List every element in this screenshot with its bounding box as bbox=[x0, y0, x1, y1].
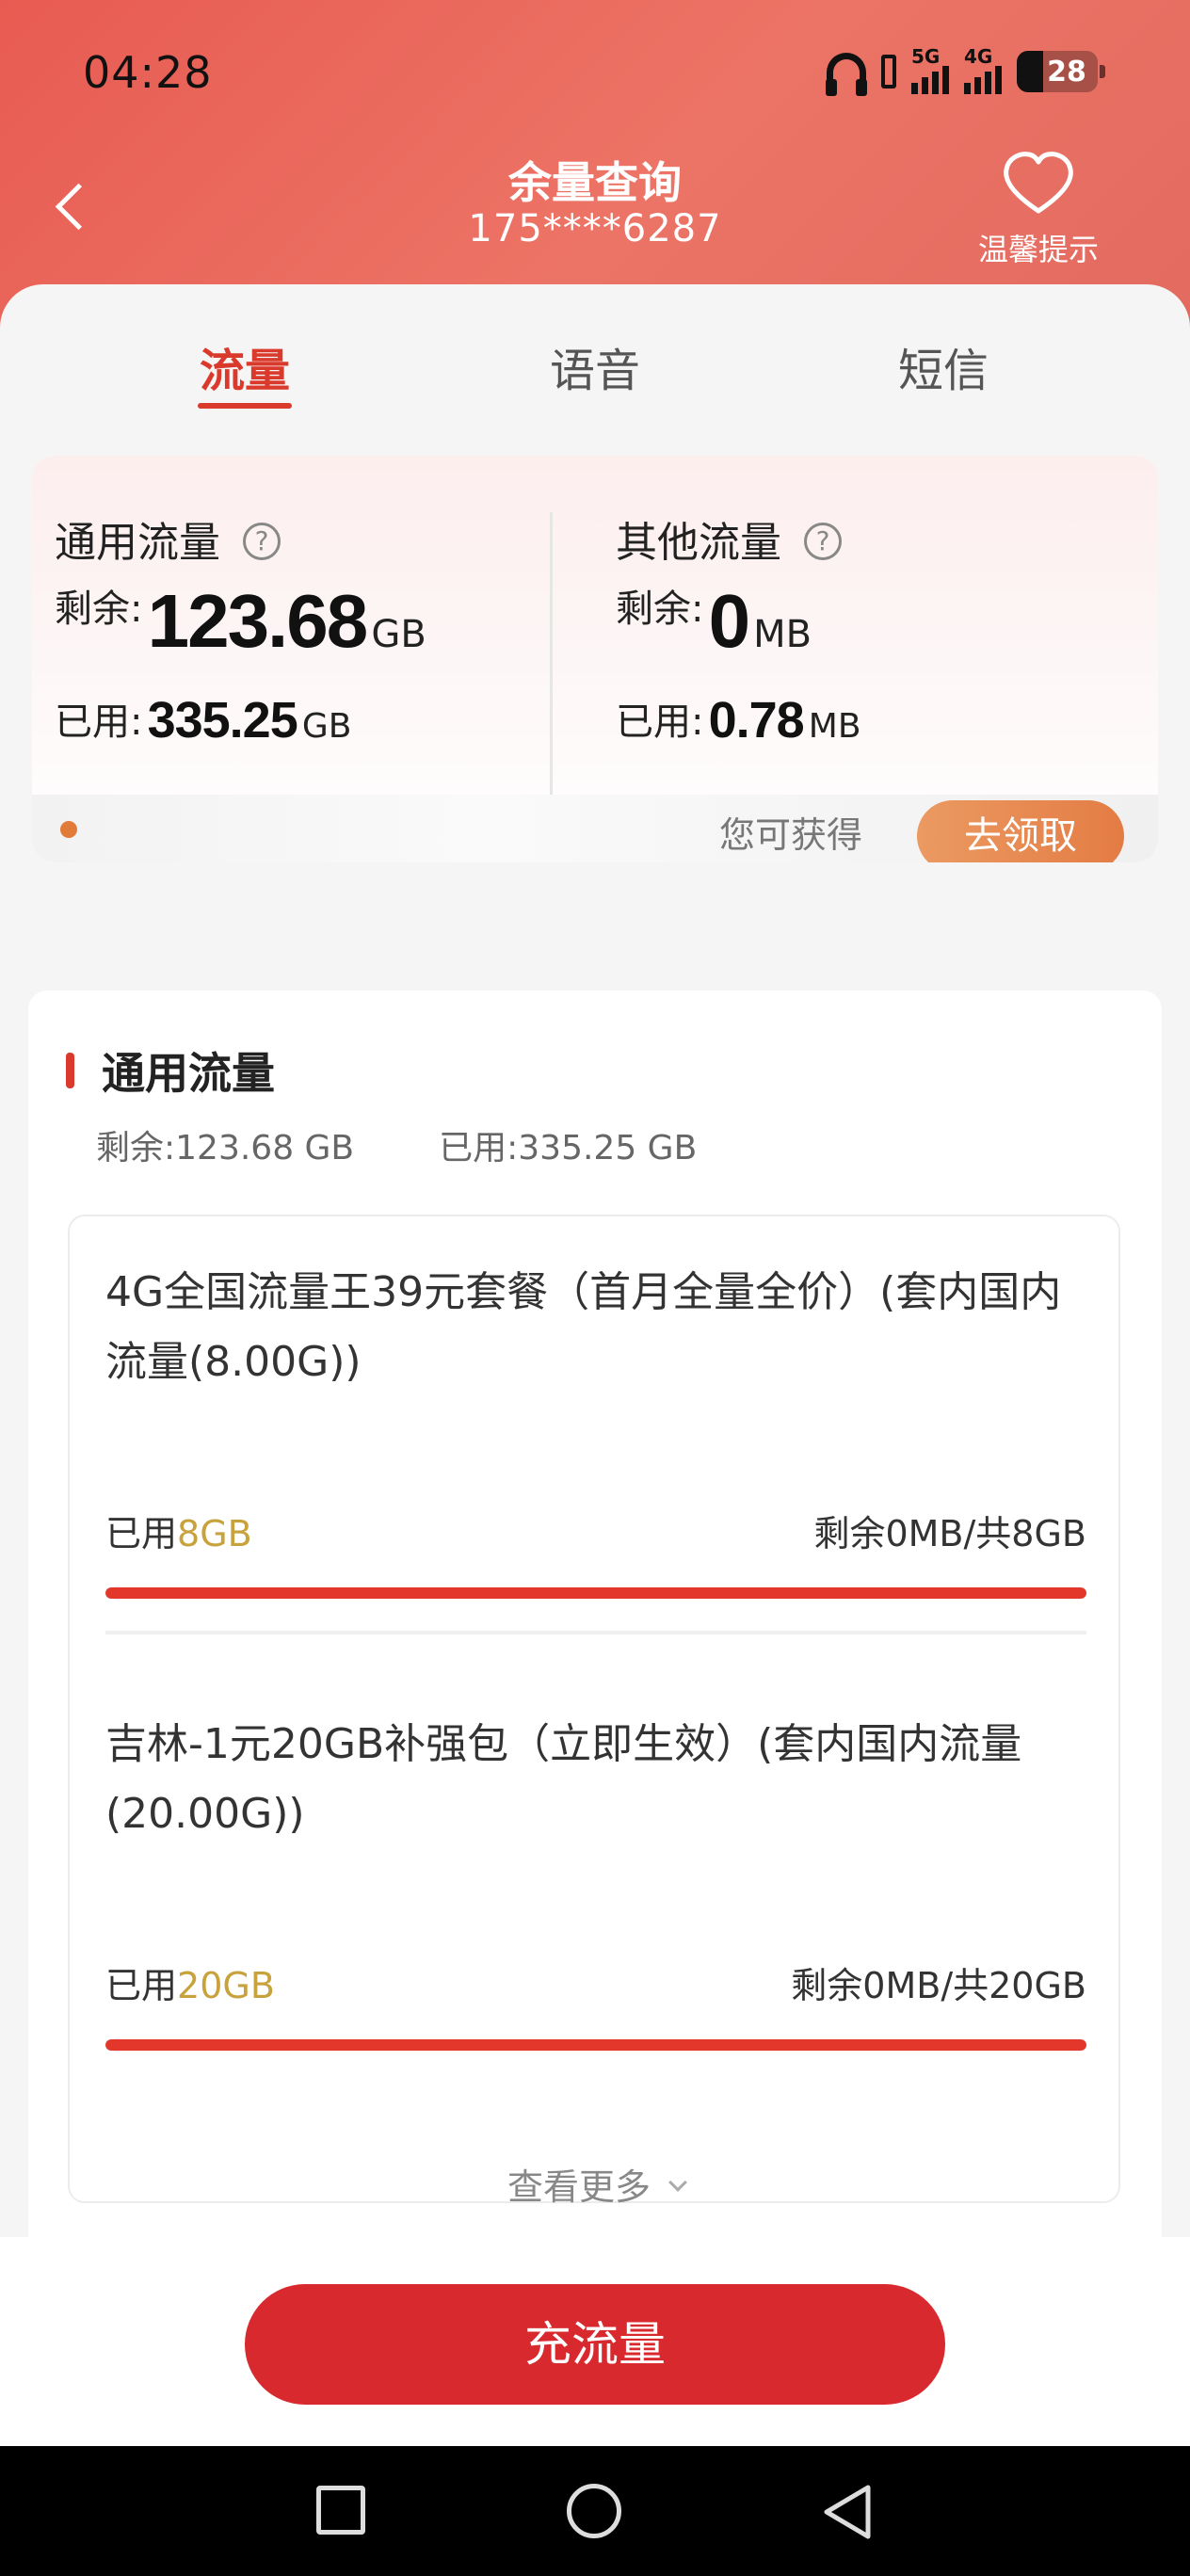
promo-text: 您可获得 bbox=[719, 814, 863, 856]
battery-icon: 28 bbox=[1017, 51, 1098, 92]
summary-card: 通用流量? 剩余: 123.68 GB 已用: 335.25 GB 其他流量? … bbox=[32, 456, 1158, 862]
tips-label: 温馨提示 bbox=[977, 232, 1099, 267]
help-icon[interactable]: ? bbox=[243, 523, 281, 560]
general-used: 已用: 335.25 GB bbox=[55, 692, 352, 749]
recents-icon[interactable] bbox=[316, 2486, 365, 2535]
headphone-icon bbox=[826, 53, 867, 96]
column-divider bbox=[550, 512, 553, 795]
content-sheet: 流量 语音 短信 通用流量? 剩余: 123.68 GB 已用: 335.25 … bbox=[0, 284, 1190, 2535]
signal-5g-icon: 5G bbox=[911, 45, 949, 94]
home-icon[interactable] bbox=[567, 2484, 621, 2538]
status-bar: 04:28 5G 4G 28 bbox=[0, 0, 1190, 141]
see-more-button[interactable]: 查看更多 bbox=[70, 2158, 1122, 2210]
package-progress bbox=[105, 1587, 1086, 1599]
package-name: 4G全国流量王39元套餐（首月全量全价）(套内国内流量(8.00G)) bbox=[105, 1268, 1062, 1386]
bottom-action-area: 充流量 bbox=[0, 2237, 1190, 2446]
package-list: 4G全国流量王39元套餐（首月全量全价）(套内国内流量(8.00G)) 已用8G… bbox=[68, 1215, 1120, 2208]
chevron-down-icon bbox=[668, 2172, 687, 2192]
promo-dot bbox=[60, 821, 77, 838]
clock: 04:28 bbox=[83, 47, 213, 98]
package-progress bbox=[105, 2039, 1086, 2051]
package-stats: 已用8GB 剩余0MB/共8GB bbox=[105, 1513, 1086, 1554]
package-item: 4G全国流量王39元套餐（首月全量全价）(套内国内流量(8.00G)) 已用8G… bbox=[105, 1258, 1086, 1599]
detail-remain: 剩余:123.68 GB bbox=[96, 1129, 355, 1167]
tab-indicator bbox=[198, 403, 292, 409]
other-remain: 剩余: 0 MB bbox=[616, 579, 812, 663]
package-name: 吉林-1元20GB补强包（立即生效）(套内国内流量(20.00G)) bbox=[105, 1720, 1022, 1838]
claim-button[interactable]: 去领取 bbox=[917, 800, 1124, 862]
section-marker bbox=[66, 1053, 74, 1088]
package-progress-fill bbox=[105, 1587, 1086, 1599]
promo-bar: 您可获得 去领取 bbox=[32, 795, 1158, 862]
detail-used: 已用:335.25 GB bbox=[439, 1129, 698, 1167]
tab-bar: 流量 语音 短信 bbox=[0, 284, 1190, 426]
recharge-data-button[interactable]: 充流量 bbox=[245, 2284, 945, 2405]
other-used: 已用: 0.78 MB bbox=[616, 692, 861, 749]
system-nav-bar bbox=[0, 2446, 1190, 2576]
package-progress-fill bbox=[105, 2039, 1086, 2051]
signal-4g-icon: 4G bbox=[964, 45, 1002, 94]
status-icons: 5G 4G 28 bbox=[826, 45, 1105, 96]
package-divider bbox=[105, 1631, 1086, 1634]
other-title: 其他流量? bbox=[616, 508, 842, 569]
tab-sms[interactable]: 短信 bbox=[849, 333, 1037, 399]
tab-voice[interactable]: 语音 bbox=[501, 333, 689, 399]
tips-button[interactable]: 温馨提示 bbox=[949, 151, 1128, 269]
package-item: 吉林-1元20GB补强包（立即生效）(套内国内流量(20.00G)) 已用20G… bbox=[105, 1710, 1086, 2051]
help-icon[interactable]: ? bbox=[804, 523, 842, 560]
tab-data[interactable]: 流量 bbox=[151, 333, 339, 399]
section-meta: 剩余:123.68 GB 已用:335.25 GB bbox=[96, 1120, 697, 1169]
section-title: 通用流量 bbox=[102, 1048, 275, 1099]
sim-icon bbox=[881, 55, 896, 89]
battery-tip bbox=[1100, 65, 1105, 78]
package-stats: 已用20GB 剩余0MB/共20GB bbox=[105, 1965, 1086, 2006]
heart-icon bbox=[1004, 152, 1073, 214]
back-triangle-icon[interactable] bbox=[819, 2482, 876, 2542]
general-remain: 剩余: 123.68 GB bbox=[55, 579, 426, 663]
general-title: 通用流量? bbox=[55, 508, 281, 569]
